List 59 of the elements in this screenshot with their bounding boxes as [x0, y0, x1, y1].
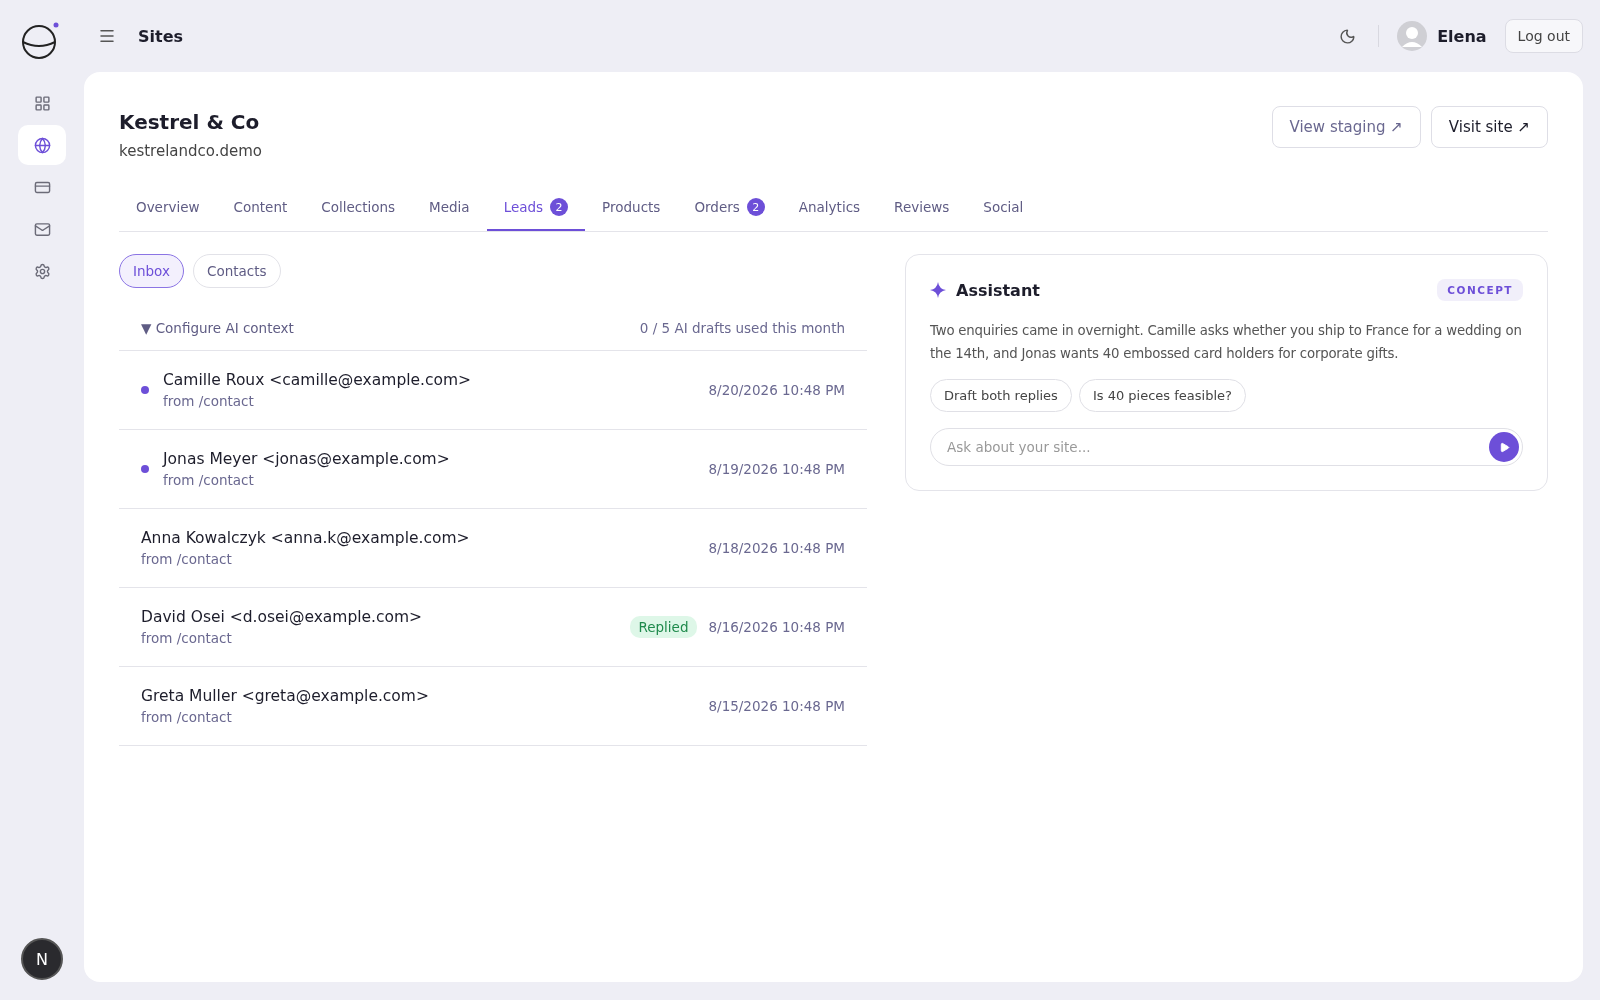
tab[interactable]: Reviews — [877, 186, 967, 231]
lead-name: Jonas Meyer <jonas@example.com> — [163, 450, 451, 468]
tab[interactable]: Social — [966, 186, 1041, 231]
lead-source: from /contact — [141, 709, 233, 725]
play-icon — [1498, 441, 1510, 453]
tab[interactable]: Media — [412, 186, 487, 231]
mail-icon — [33, 220, 51, 238]
suggestion-chip[interactable]: Draft both replies — [930, 379, 1072, 412]
lead-source: from /contact — [163, 393, 255, 409]
configure-ai-link[interactable]: ▼ Configure AI context — [141, 320, 294, 336]
usage-text: 0 / 5 AI drafts used this month — [639, 320, 845, 336]
user-name: Elena — [1437, 26, 1487, 46]
lead-name: Camille Roux <camille@example.com> — [163, 371, 473, 389]
tab[interactable]: Leads 2 — [486, 186, 586, 231]
assistant-title: Assistant — [956, 280, 1041, 300]
suggestion-chip[interactable]: Is 40 pieces feasible? — [1078, 379, 1246, 412]
settings-icon — [33, 262, 51, 280]
tab[interactable]: Analytics — [781, 186, 878, 231]
tab[interactable]: Products — [585, 186, 678, 231]
filter-pill[interactable]: Contacts — [192, 254, 281, 288]
site-name: Kestrel & Co — [119, 110, 261, 134]
lead-name: Anna Kowalczyk <anna.k@example.com> — [141, 529, 471, 547]
count-badge: 2 — [550, 198, 569, 216]
lead-row[interactable]: David Osei <d.osei@example.com> from /contact Replied 8/16/2026 10:48 PM — [119, 588, 867, 667]
user-avatar — [1397, 21, 1428, 51]
lead-name: David Osei <d.osei@example.com> — [141, 608, 424, 626]
lead-row[interactable]: Greta Muller <greta@example.com> from /contact 8/15/2026 10:48 PM — [119, 667, 867, 746]
filter-pill[interactable]: Inbox — [119, 254, 184, 288]
tab[interactable]: Overview — [119, 186, 217, 231]
globe-icon — [33, 136, 51, 154]
grid-icon — [33, 94, 51, 112]
site-domain: kestrelandco.demo — [119, 142, 262, 160]
status-badge: Replied — [630, 616, 697, 638]
lead-date: 8/19/2026 10:48 PM — [708, 461, 845, 477]
tab[interactable]: Collections — [304, 186, 413, 231]
lead-date: 8/20/2026 10:48 PM — [708, 382, 845, 398]
lead-source: from /contact — [141, 630, 233, 646]
tab[interactable]: Content — [216, 186, 305, 231]
ask-input-field[interactable]: Ask about your site... — [930, 428, 1523, 466]
tab[interactable]: Orders 2 — [677, 186, 782, 231]
lead-row[interactable]: Anna Kowalczyk <anna.k@example.com> from /contact 8/18/2026 10:48 PM — [119, 509, 867, 588]
page-title: Sites — [138, 26, 184, 46]
site-link-button[interactable]: View staging ↗ — [1271, 106, 1421, 148]
lead-source: from /contact — [141, 551, 233, 567]
sparkle-icon — [930, 282, 946, 298]
account-avatar[interactable]: N — [21, 938, 63, 980]
assistant-message: Two enquiries came in overnight. Camille asks whether you ship to France for a wedding on the 14th, and Jonas wants 40 embossed card holders for corporate gifts. — [930, 322, 1523, 363]
lead-row[interactable]: Jonas Meyer <jonas@example.com> from /contact 8/19/2026 10:48 PM — [119, 430, 867, 509]
lead-source: from /contact — [163, 472, 255, 488]
site-link-button[interactable]: Visit site ↗ — [1430, 106, 1548, 148]
lead-date: 8/16/2026 10:48 PM — [708, 619, 845, 635]
concept-tag: CONCEPT — [1437, 279, 1523, 301]
logout-button[interactable]: Log out — [1504, 19, 1583, 53]
sidebar-item[interactable] — [18, 125, 66, 165]
lead-name: Greta Muller <greta@example.com> — [141, 687, 430, 705]
lead-row[interactable]: Camille Roux <camille@example.com> from /contact 8/20/2026 10:48 PM — [119, 351, 867, 430]
lead-date: 8/18/2026 10:48 PM — [708, 540, 845, 556]
lead-date: 8/15/2026 10:48 PM — [708, 698, 845, 714]
count-badge: 2 — [746, 198, 765, 216]
